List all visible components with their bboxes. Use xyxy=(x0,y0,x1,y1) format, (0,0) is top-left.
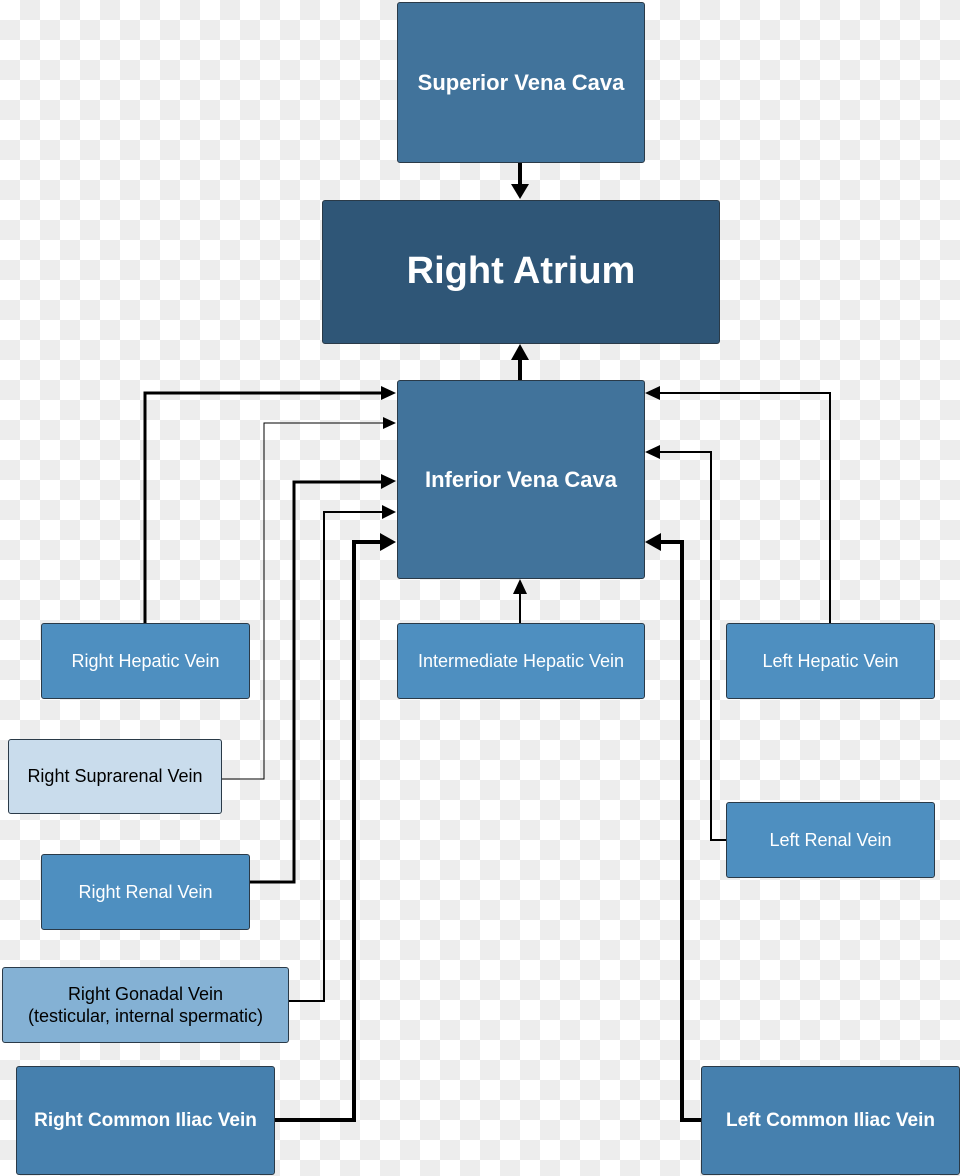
node-label: Right Renal Vein xyxy=(78,881,213,902)
node-right-suprarenal-vein: Right Suprarenal Vein xyxy=(8,739,222,814)
node-inferior-vena-cava: Inferior Vena Cava xyxy=(397,380,645,579)
node-right-renal-vein: Right Renal Vein xyxy=(41,854,250,930)
node-superior-vena-cava: Superior Vena Cava xyxy=(397,2,645,163)
node-label: Left Common Iliac Vein xyxy=(725,1109,936,1131)
node-label: Superior Vena Cava xyxy=(417,69,625,95)
arrow-lrv-to-ivc xyxy=(659,451,726,841)
node-label: Inferior Vena Cava xyxy=(425,466,617,492)
node-label: Left Renal Vein xyxy=(769,829,892,850)
arrow-rsv-to-ivc xyxy=(221,422,384,780)
node-right-atrium: Right Atrium xyxy=(322,200,720,344)
arrow-rciv-to-ivc xyxy=(274,540,382,1122)
node-left-renal-vein: Left Renal Vein xyxy=(726,802,935,878)
node-right-hepatic-vein: Right Hepatic Vein xyxy=(41,623,250,699)
arrow-lciv-to-ivc xyxy=(660,540,701,1122)
node-left-common-iliac-vein: Left Common Iliac Vein xyxy=(701,1066,960,1175)
node-label: Right Suprarenal Vein xyxy=(27,766,203,787)
node-label: Right Common Iliac Vein xyxy=(34,1109,257,1131)
node-label: Intermediate Hepatic Vein xyxy=(417,650,625,671)
node-label: Right Atrium xyxy=(406,250,636,293)
node-right-common-iliac-vein: Right Common Iliac Vein xyxy=(16,1066,275,1175)
node-intermediate-hepatic-vein: Intermediate Hepatic Vein xyxy=(397,623,645,699)
node-right-gonadal-vein: Right Gonadal Vein (testicular, internal… xyxy=(2,967,289,1043)
node-label: Left Hepatic Vein xyxy=(762,650,899,671)
node-left-hepatic-vein: Left Hepatic Vein xyxy=(726,623,935,699)
node-label: Right Hepatic Vein xyxy=(71,650,220,671)
node-label: Right Gonadal Vein xyxy=(67,983,224,1004)
arrow-lhv-to-ivc xyxy=(659,392,831,623)
node-sublabel: (testicular, internal spermatic) xyxy=(27,1006,264,1026)
arrow-rgv-to-ivc xyxy=(288,511,383,1002)
